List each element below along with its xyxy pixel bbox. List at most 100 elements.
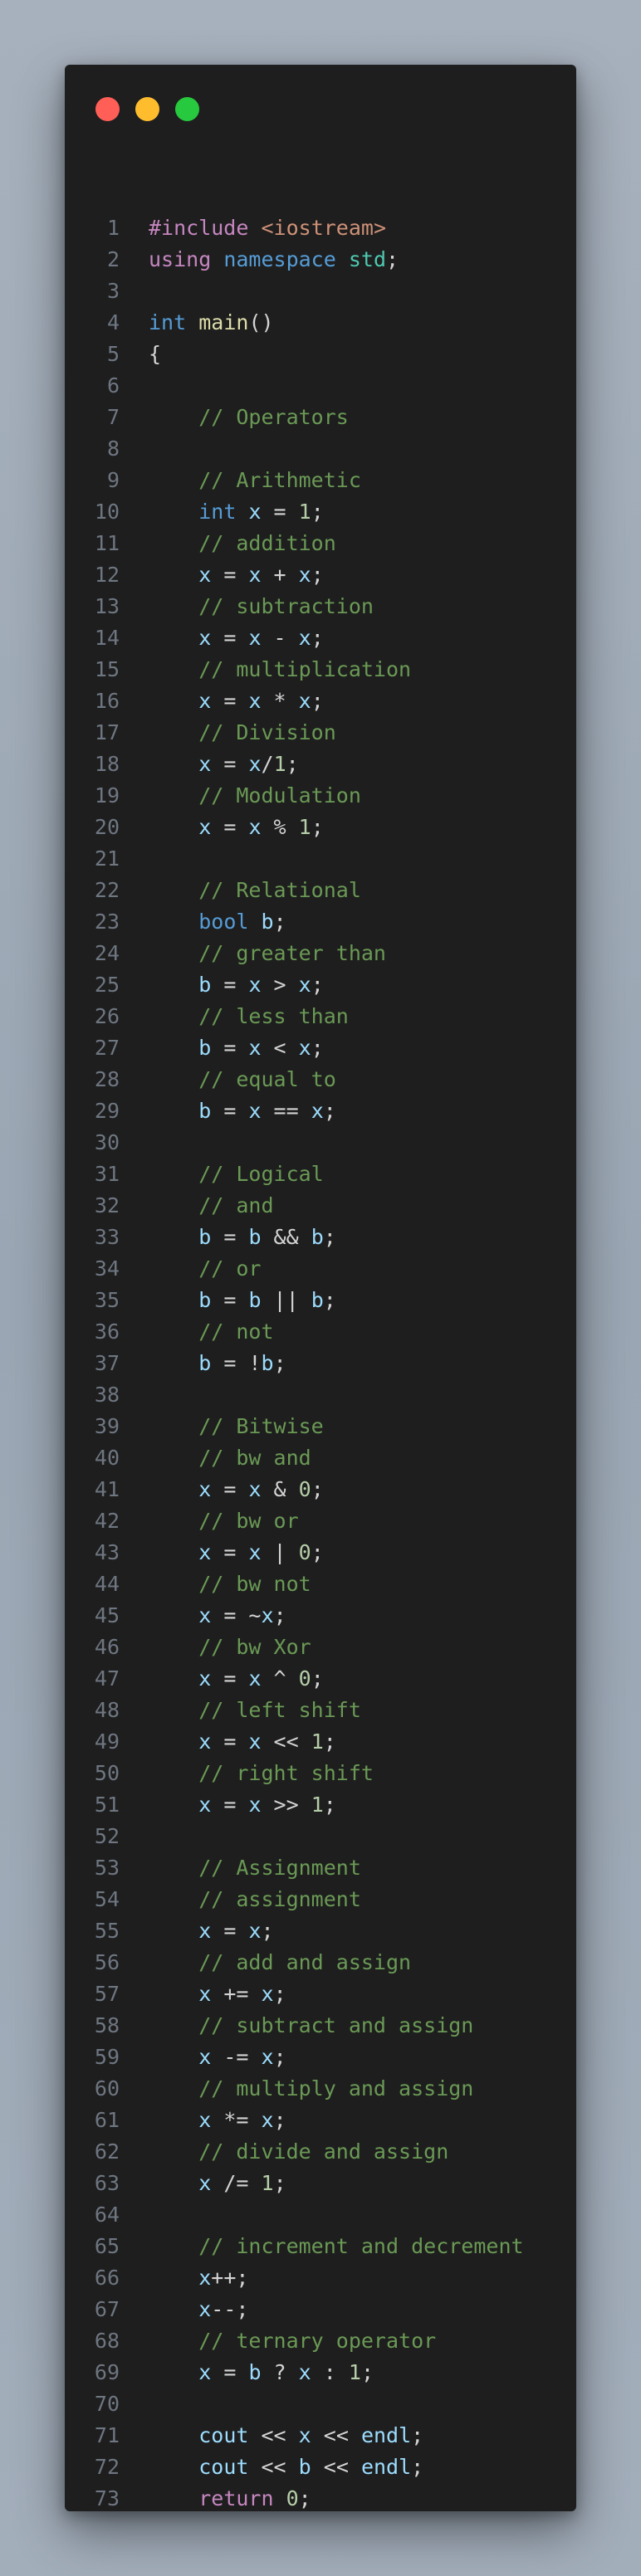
code-token: // subtraction [198,594,374,618]
code-token: x [248,1730,262,1754]
line-number: 40 [94,1446,120,1470]
line-text: x = b ? x : 1; [149,2357,374,2388]
line-number: 29 [94,1099,120,1123]
line-number: 72 [94,2455,120,2479]
line-number: 16 [94,689,120,713]
line-number: 6 [106,373,120,398]
code-line: 43 x = x | 0; [65,1537,576,1569]
minimize-button[interactable] [135,97,159,121]
code-token: -= [211,2045,262,2069]
code-token: = [211,1099,249,1123]
line-number: 27 [94,1036,120,1060]
code-line: 13 // subtraction [65,591,576,622]
line-number: 71 [94,2423,120,2447]
code-token: () [248,310,274,334]
line-number: 35 [94,1288,120,1312]
code-token: 0 [286,2486,299,2510]
line-number: 70 [94,2392,120,2416]
code-line: 64 [65,2199,576,2231]
code-token: b [298,2455,311,2479]
code-line: 71 cout << x << endl; [65,2420,576,2452]
code-token: // ternary operator [198,2329,437,2353]
code-token: = [211,1540,249,1564]
code-token: x [248,752,262,776]
code-token: = ! [211,1351,262,1375]
code-line: 38 [65,1379,576,1411]
code-token: | [261,1540,299,1564]
line-number: 36 [94,1320,120,1344]
close-button[interactable] [95,97,120,121]
code-token: 0 [298,1540,311,1564]
line-text: // bw not [149,1569,311,1600]
line-number: 14 [94,626,120,650]
code-token: // bw not [198,1572,311,1596]
line-text: b = x < x; [149,1032,324,1064]
code-token: bool [198,910,249,934]
line-number: 66 [94,2266,120,2290]
code-line: 30 [65,1127,576,1159]
line-number: 33 [94,1225,120,1249]
line-text: // Division [149,717,336,749]
code-line: 7 // Operators [65,402,576,433]
code-token: b [261,910,274,934]
code-token: x [198,1540,212,1564]
line-text: // Bitwise [149,1411,324,1442]
code-token: ; [311,1477,324,1501]
code-token: || [261,1288,311,1312]
code-line: 61 x *= x; [65,2105,576,2136]
line-text: // greater than [149,938,386,969]
line-text: // Assignment [149,1852,361,1884]
code-token: b [198,1225,212,1249]
line-text: // less than [149,1001,349,1032]
code-token: namespace [223,247,336,271]
code-editor[interactable]: 1 #include <iostream> 2 using namespace std… [65,212,576,2511]
code-token: * [261,689,299,713]
code-token: > [261,973,299,997]
code-line: 4 int main() [65,307,576,339]
line-number: 19 [94,783,120,807]
code-token: << [311,2423,361,2447]
code-token: x [198,2266,212,2290]
code-token: ; [273,1982,286,2006]
line-text: // Relational [149,875,361,906]
code-token: ; [311,815,324,839]
code-token: x [298,689,311,713]
code-token: x [198,1793,212,1817]
code-token: cout [198,2455,249,2479]
code-token: = [211,689,249,713]
line-number: 8 [106,437,120,461]
code-token: ; [311,1666,324,1690]
code-token: = [211,563,249,587]
line-text: x = x; [149,1915,273,1947]
code-token: = ~ [211,1603,262,1627]
code-line: 27 b = x < x; [65,1032,576,1064]
code-token: b [198,1099,212,1123]
code-token: b [198,1351,212,1375]
line-number: 50 [94,1761,120,1785]
line-number: 24 [94,941,120,965]
code-token: ; [386,247,399,271]
code-token: ; [311,626,324,650]
code-line: 31 // Logical [65,1159,576,1190]
code-token: return [198,2486,274,2510]
zoom-button[interactable] [175,97,199,121]
code-line: 15 // multiplication [65,654,576,685]
code-token: 1 [261,2171,274,2195]
code-token: x [198,563,212,587]
line-text: { [149,339,161,370]
